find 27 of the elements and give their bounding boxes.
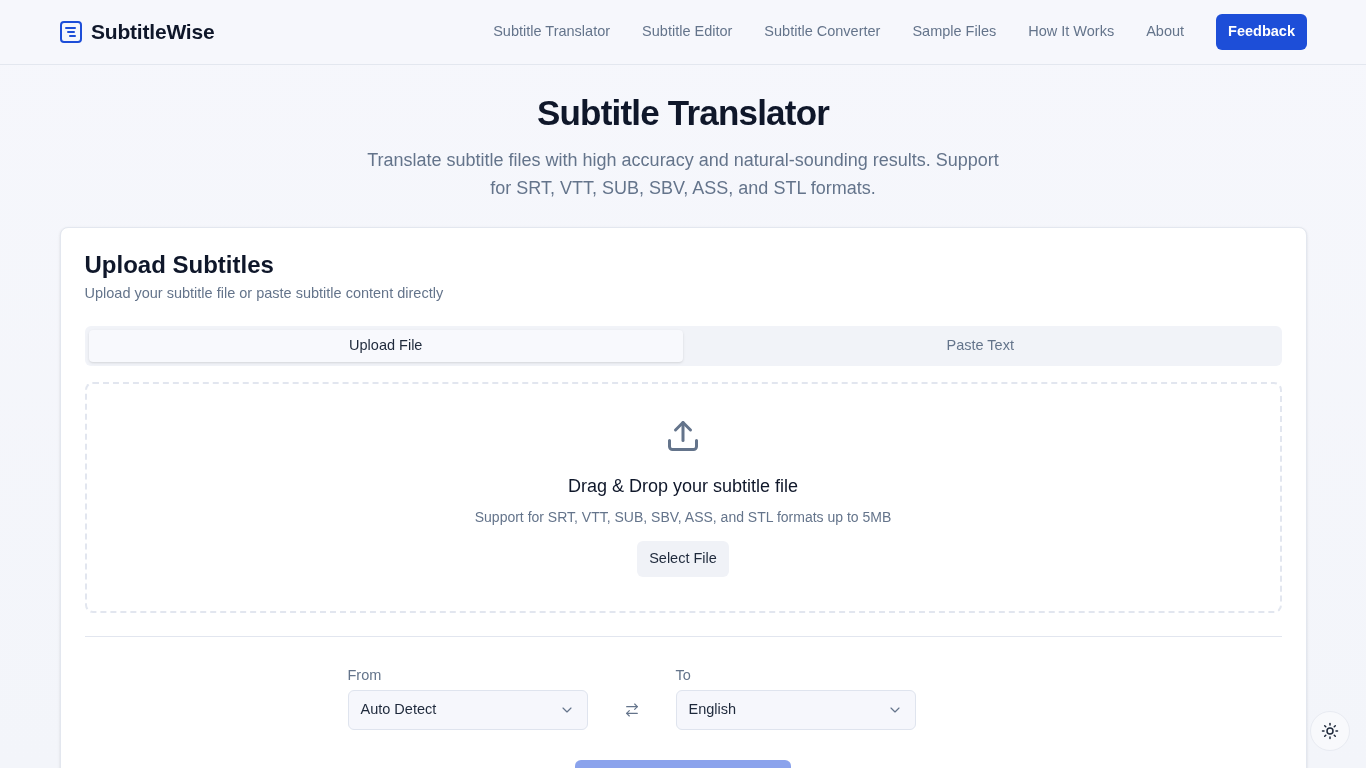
tab[interactable]: Paste Text [683,330,1278,362]
theme-toggle-button[interactable] [1310,711,1350,751]
page-title: Subtitle Translator [536,92,830,134]
select-file-button[interactable]: Select File [637,541,729,577]
to-language-select[interactable]: English [675,690,916,730]
nav-link[interactable]: How It Works [1028,21,1115,43]
card-title: Upload Subtitles [84,250,275,280]
drop-zone[interactable]: Drag & Drop your subtitle file Support for SRT, VTT, SUB, SBV, ASS, and STL formats up to 5MB Select File [84,382,1282,613]
drop-heading: Drag & Drop your subtitle file [567,475,799,498]
document-lines-icon [60,21,82,43]
nav-link[interactable]: About [1146,21,1185,43]
sun-icon [1321,722,1339,740]
nav-link[interactable]: Subtitle Converter [764,21,881,43]
from-language-select[interactable]: Auto Detect [347,690,588,730]
swap-icon[interactable] [623,702,640,718]
upload-icon [665,418,701,454]
feedback-button[interactable]: Feedback [1216,14,1307,50]
logo-text: SubtitleWise [91,19,215,46]
field-label: From [347,666,382,685]
tab[interactable]: Upload File [88,330,683,362]
nav-link[interactable]: Subtitle Editor [642,21,733,43]
card-description: Upload your subtitle file or paste subtitle content directly [84,284,445,303]
page-subtitle: Translate subtitle files with high accuracy and natural-sounding results. Support for SRT, VTT, SUB, SBV, ASS, and STL formats. [366,149,1000,200]
drop-hint: Support for SRT, VTT, SUB, SBV, ASS, and STL formats up to 5MB [474,508,892,527]
nav-link[interactable]: Subtitle Translator [493,21,611,43]
nav-link[interactable]: Sample Files [912,21,997,43]
field-label: To [675,666,691,685]
